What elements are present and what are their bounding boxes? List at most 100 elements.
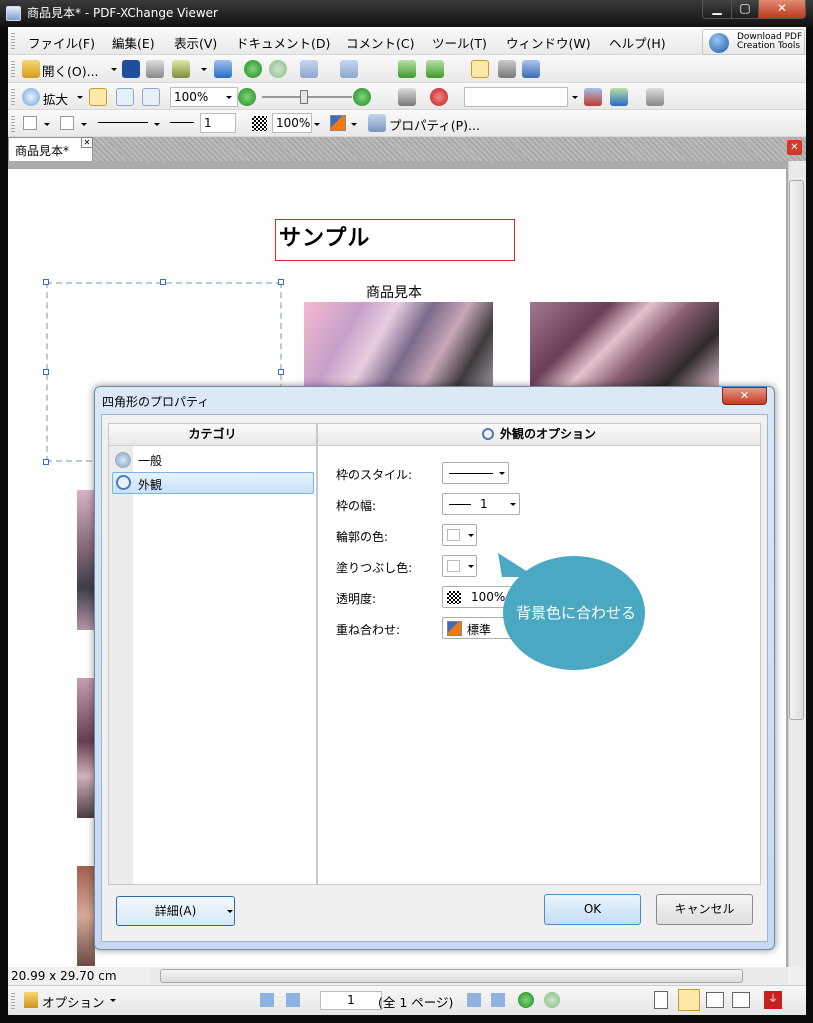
options-dropdown-icon[interactable] <box>110 999 116 1002</box>
snapshot-icon[interactable] <box>498 60 516 78</box>
menu-tools[interactable]: ツール(T) <box>432 33 487 52</box>
menu-view[interactable]: 表示(V) <box>174 33 217 52</box>
menu-comment[interactable]: コメント(C) <box>346 33 414 52</box>
email-icon[interactable] <box>214 60 232 78</box>
resize-handle[interactable] <box>43 459 49 465</box>
border-width-combo[interactable]: 1 <box>442 493 520 515</box>
cancel-button[interactable]: キャンセル <box>656 894 753 925</box>
opacity-field[interactable]: 100% <box>272 113 312 133</box>
menu-edit[interactable]: 編集(E) <box>112 33 155 52</box>
resize-handle[interactable] <box>43 279 49 285</box>
last-page-icon[interactable] <box>491 993 505 1007</box>
back-view-icon[interactable] <box>518 992 534 1008</box>
page-number-field[interactable]: 1 <box>320 991 382 1010</box>
line-width-field[interactable]: 1 <box>200 113 236 133</box>
search-web-icon[interactable] <box>430 88 448 106</box>
border-style-combo[interactable] <box>442 462 509 484</box>
zoom-out-icon[interactable] <box>238 88 256 106</box>
forward-view-icon[interactable] <box>544 992 560 1008</box>
zoom-in-button[interactable]: 拡大 <box>43 89 68 108</box>
options-menu-button[interactable]: オプション <box>42 992 105 1011</box>
resize-handle[interactable] <box>43 369 49 375</box>
open-dropdown-icon[interactable] <box>111 68 117 71</box>
back-icon[interactable] <box>244 60 262 78</box>
zoom-level-dropdown-icon[interactable] <box>226 96 232 99</box>
blend-mode-icon[interactable] <box>330 115 346 131</box>
next-page-icon[interactable] <box>467 993 481 1007</box>
toolbar-grip[interactable] <box>11 61 15 77</box>
pdf-icon[interactable]: ⏚ <box>764 991 782 1009</box>
opacity-label: 透明度: <box>336 592 377 606</box>
outline-color-swatch[interactable] <box>23 116 37 130</box>
menu-document[interactable]: ドキュメント(D) <box>236 33 330 52</box>
export-dropdown-icon[interactable] <box>201 68 207 71</box>
horizontal-scroll-thumb[interactable] <box>160 969 743 983</box>
resize-handle[interactable] <box>160 279 166 285</box>
actual-size-icon[interactable] <box>89 88 107 106</box>
menu-file[interactable]: ファイル(F) <box>28 33 95 52</box>
redo-icon[interactable] <box>340 60 358 78</box>
toolbar-grip[interactable] <box>11 33 15 49</box>
vertical-scroll-thumb[interactable] <box>789 180 804 720</box>
menu-window[interactable]: ウィンドウ(W) <box>506 33 591 52</box>
fill-color-combo[interactable] <box>442 555 477 577</box>
undo-icon[interactable] <box>300 60 318 78</box>
zoom-slider-thumb[interactable] <box>300 90 308 104</box>
line-style-dropdown-icon[interactable] <box>154 123 160 126</box>
resize-handle[interactable] <box>278 369 284 375</box>
download-pdf-tools-button[interactable]: Download PDF Creation Tools <box>702 29 805 55</box>
menu-help[interactable]: ヘルプ(H) <box>609 33 666 52</box>
toolbar-grip[interactable] <box>11 89 15 105</box>
minimize-button[interactable]: ▁ <box>702 0 732 19</box>
fill-color-dropdown-icon[interactable] <box>81 123 87 126</box>
properties-button[interactable]: プロパティ(P)... <box>389 115 480 134</box>
facing-pages-icon[interactable] <box>706 992 724 1008</box>
tab-close-icon[interactable]: ✕ <box>81 137 93 148</box>
zoom-plus-icon[interactable] <box>353 88 371 106</box>
fit-width-icon[interactable] <box>142 88 160 106</box>
outline-color-combo[interactable] <box>442 524 477 546</box>
rotate-left-icon[interactable] <box>398 60 416 78</box>
blend-mode-dropdown-icon[interactable] <box>351 123 357 126</box>
open-folder-icon[interactable] <box>22 60 40 78</box>
line-style-icon[interactable] <box>98 122 148 123</box>
search-dropdown-icon[interactable] <box>572 96 578 99</box>
category-item-general[interactable]: 一般 <box>138 452 162 469</box>
find-icon[interactable] <box>398 88 416 106</box>
print-icon[interactable] <box>146 60 164 78</box>
outline-color-dropdown-icon[interactable] <box>44 123 50 126</box>
continuous-facing-icon[interactable] <box>732 992 750 1008</box>
find-next-icon[interactable] <box>610 88 628 106</box>
search-options-icon[interactable] <box>646 88 664 106</box>
export-icon[interactable] <box>172 60 190 78</box>
open-button[interactable]: 開く(O)... <box>42 61 99 80</box>
search-input[interactable] <box>464 87 568 107</box>
single-page-icon[interactable] <box>654 991 668 1009</box>
select-text-icon[interactable] <box>522 60 540 78</box>
fill-color-swatch[interactable] <box>60 116 74 130</box>
rotate-right-icon[interactable] <box>426 60 444 78</box>
document-tab[interactable]: 商品見本* ✕ <box>8 137 93 161</box>
toolbar-grip[interactable] <box>11 116 15 132</box>
maximize-button[interactable]: ▢ <box>731 0 759 19</box>
details-button[interactable]: 詳細(A) <box>116 896 235 926</box>
continuous-page-icon[interactable] <box>678 989 700 1011</box>
close-window-button[interactable]: ✕ <box>758 0 806 19</box>
toolbar-grip[interactable] <box>11 993 15 1009</box>
first-page-icon[interactable] <box>260 993 274 1007</box>
ok-button[interactable]: OK <box>544 894 641 925</box>
dialog-close-button[interactable]: ✕ <box>722 387 767 405</box>
save-icon[interactable] <box>122 60 140 78</box>
properties-icon[interactable] <box>368 114 386 132</box>
close-document-button[interactable]: ✕ <box>787 140 802 155</box>
zoom-in-icon[interactable] <box>22 88 40 106</box>
hand-tool-icon[interactable] <box>471 60 489 78</box>
find-previous-icon[interactable] <box>584 88 602 106</box>
opacity-dropdown-icon[interactable] <box>314 123 320 126</box>
resize-handle[interactable] <box>278 279 284 285</box>
forward-icon[interactable] <box>269 60 287 78</box>
previous-page-icon[interactable] <box>286 993 300 1007</box>
fit-page-icon[interactable] <box>116 88 134 106</box>
category-item-appearance[interactable]: 外観 <box>112 472 314 494</box>
zoom-dropdown-icon[interactable] <box>77 96 83 99</box>
